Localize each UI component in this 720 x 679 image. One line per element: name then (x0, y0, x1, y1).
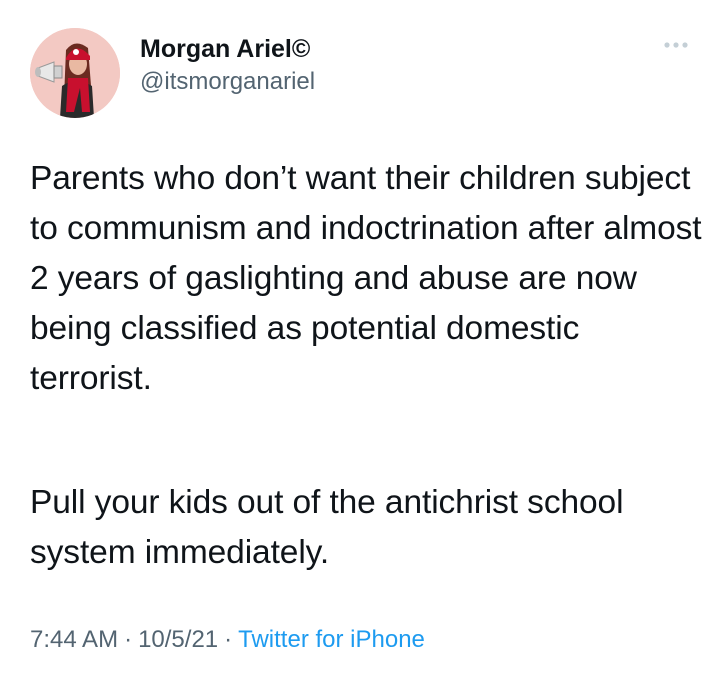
more-options-icon[interactable] (662, 38, 696, 52)
user-handle[interactable]: @itsmorganariel (140, 66, 315, 98)
tweet-text-paragraph-1: Parents who don’t want their children su… (30, 160, 702, 397)
author-block: Morgan Ariel© @itsmorganariel (140, 34, 315, 98)
tweet-text-paragraph-2: Pull your kids out of the antichrist sch… (30, 484, 624, 571)
tweet-time[interactable]: 7:44 AM (30, 626, 118, 653)
display-name[interactable]: Morgan Ariel© (140, 34, 315, 64)
separator: · (224, 626, 233, 653)
tweet-date[interactable]: 10/5/21 (138, 626, 218, 653)
avatar-image (30, 28, 120, 118)
avatar[interactable] (30, 28, 120, 118)
tweet-metadata: 7:44 AM · 10/5/21 · Twitter for iPhone (30, 624, 425, 656)
tweet-source-link[interactable]: Twitter for iPhone (238, 626, 425, 653)
tweet-card: Morgan Ariel© @itsmorganariel Parents wh… (0, 0, 720, 679)
separator: · (124, 626, 133, 653)
